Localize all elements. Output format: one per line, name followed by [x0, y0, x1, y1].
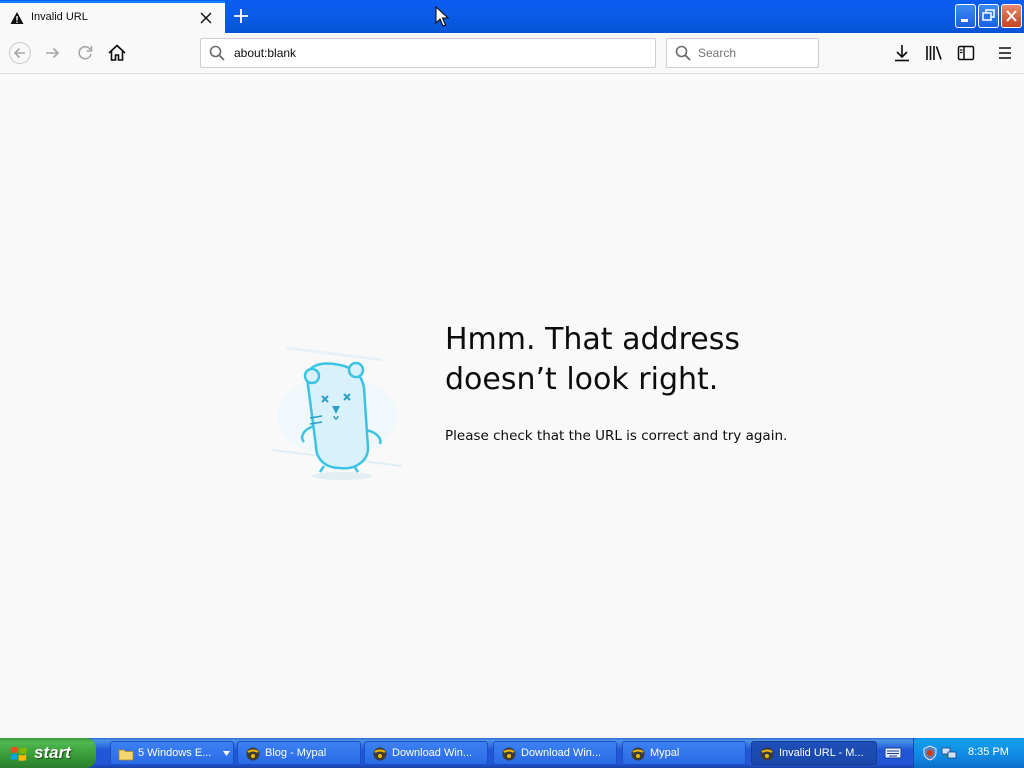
sidebar-icon[interactable] — [955, 42, 977, 64]
download-icon[interactable] — [891, 42, 913, 64]
title-bar[interactable]: Invalid URL — [0, 0, 1024, 33]
forward-arrow-icon[interactable] — [42, 42, 64, 64]
home-icon[interactable] — [106, 42, 128, 64]
taskbar-item-mypal[interactable]: Mypal — [622, 741, 746, 765]
mypal-icon — [373, 747, 387, 761]
mypal-icon — [760, 747, 774, 761]
start-button[interactable]: start — [0, 738, 96, 768]
hamster-illustration — [271, 346, 403, 480]
search-bar[interactable]: Search — [666, 38, 819, 68]
mypal-icon — [502, 747, 516, 761]
url-bar[interactable]: about:blank — [200, 38, 656, 68]
taskbar-item-label: Mypal — [650, 747, 680, 759]
close-icon — [1006, 10, 1017, 22]
close-window-button[interactable] — [1001, 4, 1022, 28]
chevron-down-icon — [223, 751, 230, 756]
minimize-icon — [961, 19, 968, 22]
minimize-button[interactable] — [955, 4, 976, 28]
error-title-line2: doesn’t look right. — [445, 362, 719, 397]
taskbar-item-label: Download Win... — [521, 747, 602, 759]
navigation-toolbar: about:blank Search — [0, 33, 1024, 74]
search-placeholder[interactable]: Search — [698, 46, 736, 60]
taskbar-item-download-1[interactable]: Download Win... — [364, 741, 488, 765]
folder-icon — [118, 749, 134, 761]
search-icon — [675, 45, 691, 61]
new-tab-plus-icon[interactable] — [231, 6, 251, 26]
start-label: start — [34, 743, 71, 762]
taskbar-item-blog-mypal[interactable]: Blog - Mypal — [237, 741, 361, 765]
close-tab-icon[interactable] — [199, 11, 213, 25]
taskbar-item-windows-explorer[interactable]: 5 Windows E... — [110, 741, 234, 765]
warning-icon — [10, 12, 24, 24]
back-arrow-icon[interactable] — [9, 42, 31, 64]
taskbar-item-label: Invalid URL - M... — [779, 747, 864, 759]
error-description: Please check that the URL is correct and… — [445, 428, 788, 444]
taskbar-item-label: Blog - Mypal — [265, 747, 327, 759]
reload-icon[interactable] — [74, 42, 96, 64]
tab-title: Invalid URL — [31, 11, 88, 23]
error-title-line1: Hmm. That address — [445, 322, 740, 357]
restore-button[interactable] — [978, 4, 999, 28]
url-text[interactable]: about:blank — [234, 46, 296, 60]
taskbar-item-label: Download Win... — [392, 747, 473, 759]
taskbar: start 5 Windows E... Blog - Mypal Downlo… — [0, 738, 1024, 768]
restore-icon — [982, 9, 995, 21]
mypal-icon — [631, 747, 645, 761]
clock[interactable]: 8:35 PM — [968, 746, 1009, 758]
error-title: Hmm. That address doesn’t look right. — [445, 320, 775, 400]
mypal-icon — [246, 747, 260, 761]
library-icon[interactable] — [923, 42, 945, 64]
taskbar-item-invalid-url[interactable]: Invalid URL - M... — [751, 741, 877, 765]
tab-invalid-url[interactable]: Invalid URL — [0, 1, 225, 33]
windows-flag-icon — [11, 746, 27, 761]
hamburger-menu-icon[interactable] — [994, 42, 1016, 64]
system-tray: 8:35 PM — [913, 738, 1024, 768]
search-icon — [209, 45, 225, 61]
network-icon[interactable] — [941, 745, 957, 761]
taskbar-item-download-2[interactable]: Download Win... — [493, 741, 617, 765]
mouse-cursor-icon — [435, 6, 449, 27]
shield-icon[interactable] — [922, 745, 938, 761]
taskbar-item-label: 5 Windows E... — [138, 747, 212, 759]
keyboard-icon[interactable] — [884, 744, 902, 762]
